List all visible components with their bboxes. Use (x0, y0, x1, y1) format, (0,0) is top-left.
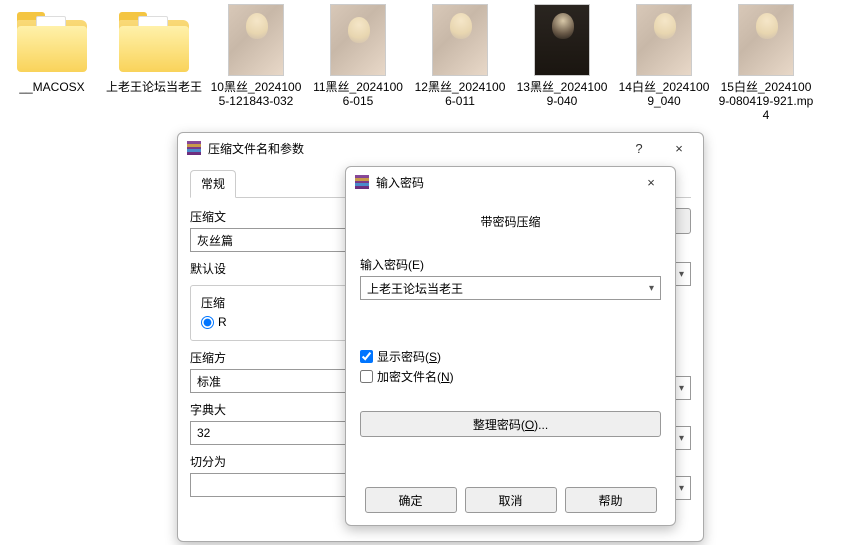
password-value: 上老王论坛当老王 (367, 280, 463, 297)
folder-item[interactable]: __MACOSX (4, 4, 100, 122)
password-subtitle: 带密码压缩 (360, 213, 661, 230)
enter-password-label: 输入密码(E) (360, 256, 661, 273)
titlebar: 输入密码 × (346, 167, 675, 197)
chevron-down-icon: ▾ (679, 433, 684, 444)
folder-icon (118, 4, 190, 76)
file-thumbnail-item[interactable]: 10黑丝_20241005-121843-032 (208, 4, 304, 122)
file-label: 14白丝_20241009_040 (616, 80, 712, 108)
archive-name-value: 灰丝篇 (197, 232, 233, 249)
chevron-down-icon: ▾ (679, 383, 684, 394)
thumbnail-icon (636, 4, 692, 76)
encrypt-filenames-checkbox[interactable]: 加密文件名(N) (360, 368, 661, 385)
thumbnail-icon (432, 4, 488, 76)
close-button[interactable]: × (631, 168, 671, 196)
checkbox-label: 加密文件名(N) (377, 368, 454, 385)
checkbox-input[interactable] (360, 370, 373, 383)
radio-input[interactable] (201, 316, 214, 329)
password-dialog: 输入密码 × 带密码压缩 输入密码(E) 上老王论坛当老王 ▾ 显示密码(S) … (345, 166, 676, 526)
dialog-title: 输入密码 (376, 174, 631, 191)
dict-value: 32 (197, 426, 210, 440)
file-label: 10黑丝_20241005-121843-032 (208, 80, 304, 108)
file-label: __MACOSX (4, 80, 100, 94)
folder-icon (16, 4, 88, 76)
ok-button[interactable]: 确定 (365, 487, 457, 513)
chevron-down-icon: ▾ (649, 283, 654, 294)
folder-item[interactable]: 上老王论坛当老王 (106, 4, 202, 122)
winrar-icon (186, 140, 202, 156)
chevron-down-icon: ▾ (679, 269, 684, 280)
help-button[interactable]: ? (619, 134, 659, 162)
thumbnail-icon (330, 4, 386, 76)
titlebar: 压缩文件名和参数 ? × (178, 133, 703, 163)
dialog-title: 压缩文件名和参数 (208, 140, 619, 157)
winrar-icon (354, 174, 370, 190)
thumbnail-icon (228, 4, 284, 76)
file-explorer-area: __MACOSX 上老王论坛当老王 10黑丝_20241005-121843-032… (0, 0, 861, 126)
file-label: 12黑丝_20241006-011 (412, 80, 508, 108)
organize-passwords-button[interactable]: 整理密码(O)... (360, 411, 661, 437)
file-label: 上老王论坛当老王 (106, 80, 202, 94)
help-button[interactable]: 帮助 (565, 487, 657, 513)
file-thumbnail-item[interactable]: 11黑丝_20241006-015 (310, 4, 406, 122)
tab-general[interactable]: 常规 (190, 170, 236, 198)
file-label: 13黑丝_20241009-040 (514, 80, 610, 108)
thumbnail-icon (738, 4, 794, 76)
radio-label: R (218, 315, 227, 329)
file-label: 11黑丝_20241006-015 (310, 80, 406, 108)
show-password-checkbox[interactable]: 显示密码(S) (360, 348, 661, 365)
checkbox-input[interactable] (360, 350, 373, 363)
file-thumbnail-item[interactable]: 12黑丝_20241006-011 (412, 4, 508, 122)
file-label: 15白丝_20241009-080419-921.mp4 (718, 80, 814, 122)
thumbnail-icon (534, 4, 590, 76)
file-thumbnail-item[interactable]: 15白丝_20241009-080419-921.mp4 (718, 4, 814, 122)
close-button[interactable]: × (659, 134, 699, 162)
checkbox-label: 显示密码(S) (377, 348, 441, 365)
method-value: 标准 (197, 373, 221, 390)
password-input[interactable]: 上老王论坛当老王 ▾ (360, 276, 661, 300)
chevron-down-icon: ▾ (679, 483, 684, 494)
cancel-button[interactable]: 取消 (465, 487, 557, 513)
file-thumbnail-item[interactable]: 14白丝_20241009_040 (616, 4, 712, 122)
file-thumbnail-item[interactable]: 13黑丝_20241009-040 (514, 4, 610, 122)
